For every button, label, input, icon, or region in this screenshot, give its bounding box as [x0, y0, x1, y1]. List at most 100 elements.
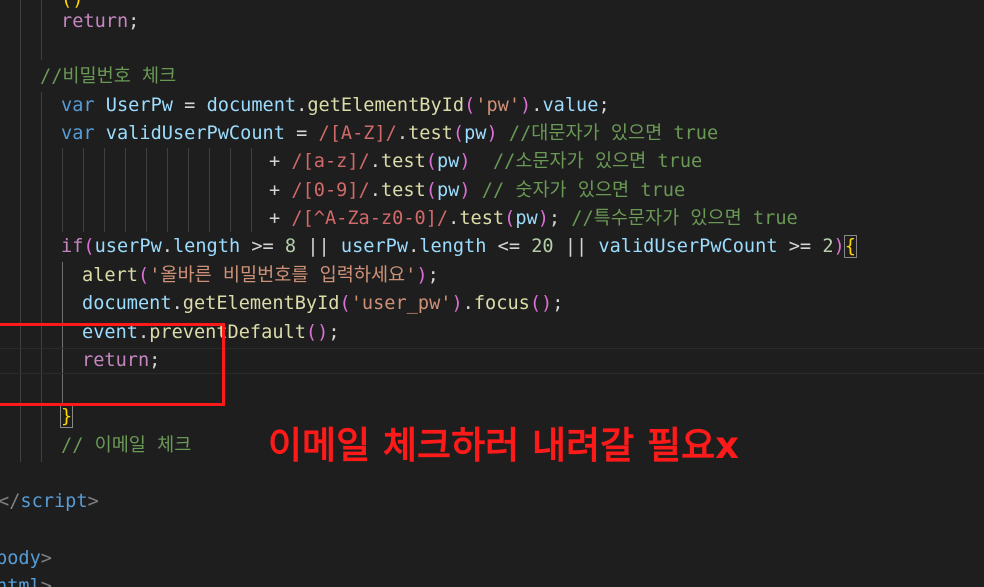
punctuation: .: [296, 95, 308, 116]
operator: ||: [296, 236, 341, 257]
bracket: (: [137, 265, 150, 286]
return-keyword: return: [61, 11, 129, 32]
operator: +: [269, 180, 292, 201]
bracket: ): [520, 95, 532, 116]
indent-guide: [167, 148, 168, 232]
regex-literal: /[^A-Za-z0-0]/: [291, 208, 449, 229]
indent-guide: [41, 0, 42, 60]
code-editor[interactable]: () return; //비밀번호 체크 var UserPw = docume…: [0, 0, 984, 587]
bracket: ): [486, 123, 498, 144]
regex-literal: /[A-Z]/: [318, 123, 397, 144]
indent-guide: [41, 92, 42, 462]
identifier: UserPw: [105, 95, 173, 116]
code-line: return;: [61, 8, 139, 36]
bracket: (: [425, 180, 437, 201]
bracket: ): [537, 208, 549, 229]
bracket: ): [451, 293, 463, 314]
operator: <=: [486, 236, 532, 257]
bracket: ): [459, 180, 471, 201]
code-line: html>: [0, 573, 52, 587]
punctuation: .: [462, 293, 474, 314]
function-name: getElementById: [182, 293, 340, 314]
tag-bracket: >: [40, 548, 52, 569]
comment: //특수문자가 있으면 true: [571, 208, 798, 229]
function-name: test: [380, 180, 426, 201]
identifier: document: [206, 95, 297, 116]
indent-guide: [251, 148, 252, 232]
operator: +: [269, 208, 292, 229]
string-literal: 'user_pw': [350, 293, 452, 314]
punctuation: .: [369, 151, 381, 172]
comment: //대문자가 있으면 true: [508, 123, 719, 144]
matched-brace: {: [843, 235, 857, 258]
string-literal: 'pw': [475, 95, 521, 116]
property: length: [172, 236, 241, 257]
property: value: [542, 95, 599, 116]
operator: =: [172, 95, 207, 116]
bracket: (): [529, 293, 553, 314]
operator: >=: [777, 236, 823, 257]
property: length: [419, 236, 487, 257]
function-name: test: [408, 123, 453, 144]
punctuation: .: [396, 123, 409, 144]
var-keyword: var: [61, 123, 95, 144]
identifier: document: [82, 293, 172, 314]
bracket: ): [833, 236, 845, 257]
if-keyword: if: [61, 236, 84, 257]
identifier: pw: [515, 208, 538, 229]
tag-name: script: [20, 491, 88, 512]
comment: // 숫자가 있으면 true: [481, 180, 686, 201]
identifier: userPw: [94, 236, 162, 257]
code-line: + /[^A-Za-z0-0]/.test(pw); //특수문자가 있으면 t…: [269, 205, 798, 233]
code-line: if(userPw.length >= 8 || userPw.length <…: [61, 233, 857, 261]
bracket: (: [339, 293, 351, 314]
indent-guide: [146, 148, 147, 232]
function-name: focus: [473, 293, 530, 314]
operator: >=: [240, 236, 285, 257]
annotation-highlight-box: [0, 323, 225, 406]
code-line: alert('올바른 비밀번호를 입력하세요');: [82, 262, 439, 290]
tag-name: body: [0, 548, 41, 569]
comment: //소문자가 있으면 true: [492, 151, 703, 172]
punctuation: ;: [427, 265, 439, 286]
bracket: (: [452, 123, 465, 144]
indent-guide: [230, 148, 231, 232]
var-keyword: var: [61, 95, 95, 116]
indent-guide: [104, 148, 105, 232]
comment: //비밀번호 체크: [40, 66, 177, 87]
code-line: + /[0-9]/.test(pw) // 숫자가 있으면 true: [269, 177, 685, 205]
code-line: var validUserPwCount = /[A-Z]/.test(pw) …: [61, 120, 718, 148]
function-name: test: [459, 208, 505, 229]
tag-bracket: >: [87, 491, 99, 512]
code-line: }: [59, 403, 74, 431]
identifier: userPw: [340, 236, 409, 257]
bracket: (: [504, 208, 516, 229]
number-literal: 8: [284, 236, 297, 257]
bracket: ): [459, 151, 471, 172]
number-literal: 2: [822, 236, 834, 257]
punctuation: .: [448, 208, 460, 229]
punctuation: ;: [598, 95, 610, 116]
indent-guide: [209, 148, 210, 232]
punctuation: ;: [548, 208, 572, 229]
function-name: getElementById: [307, 95, 465, 116]
annotation-text: 이메일 체크하러 내려갈 필요x: [268, 424, 739, 467]
punctuation: ;: [552, 293, 564, 314]
function-name: alert: [82, 265, 138, 286]
identifier: validUserPwCount: [105, 123, 285, 144]
indent-guide: [125, 148, 126, 232]
punctuation: .: [161, 236, 173, 257]
operator: =: [284, 123, 319, 144]
code-line: body>: [0, 545, 52, 573]
identifier: pw: [436, 151, 460, 172]
identifier: pw: [464, 123, 487, 144]
punctuation: .: [531, 95, 543, 116]
punctuation: ;: [128, 11, 140, 32]
identifier: pw: [436, 180, 460, 201]
regex-literal: /[a-z]/: [291, 151, 370, 172]
operator: ||: [553, 236, 599, 257]
punctuation: .: [171, 293, 183, 314]
bracket: (: [464, 95, 476, 116]
